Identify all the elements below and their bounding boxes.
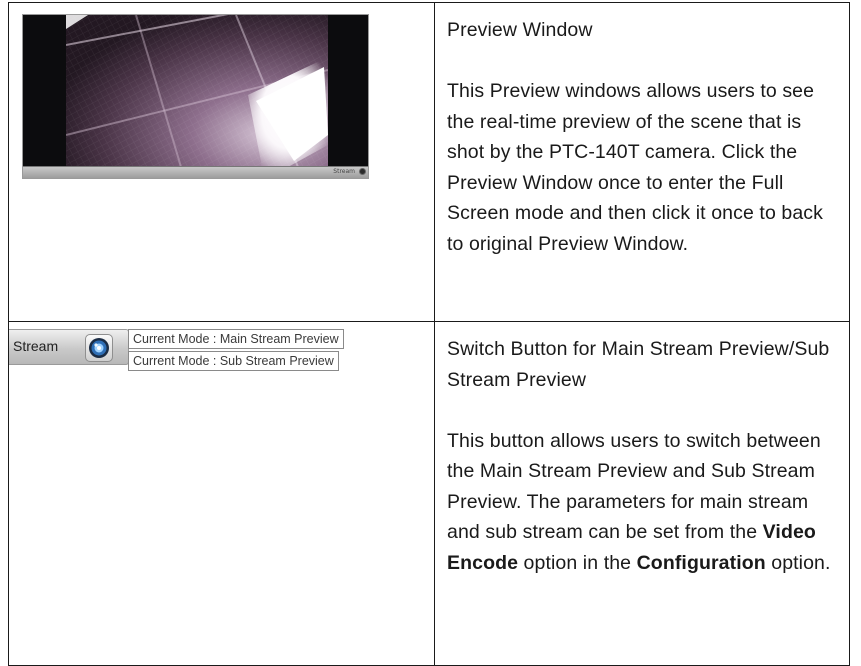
ceiling-scene bbox=[66, 15, 328, 167]
camera-lens-icon bbox=[89, 338, 109, 358]
stream-toolbar: Stream bbox=[9, 329, 129, 365]
stream-icon[interactable] bbox=[359, 168, 366, 175]
camera-feed-graphic bbox=[66, 15, 328, 167]
preview-bar-label: Stream bbox=[333, 168, 355, 175]
feature-title: Switch Button for Main Stream Preview/Su… bbox=[447, 338, 830, 391]
description-text: option in the bbox=[518, 551, 637, 574]
tooltip-sub-stream: Current Mode : Sub Stream Preview bbox=[128, 351, 339, 371]
table-row: Stream Current Mode : Main Stream Previe… bbox=[8, 321, 850, 666]
tooltip-main-stream: Current Mode : Main Stream Preview bbox=[128, 329, 344, 349]
description-text: option. bbox=[765, 551, 831, 574]
description-cell: Preview Window This Preview windows allo… bbox=[434, 2, 850, 322]
description-cell: Switch Button for Main Stream Preview/Su… bbox=[434, 321, 850, 666]
table-row: Stream Preview Window This Preview windo… bbox=[8, 2, 850, 322]
stream-switch-widget: Stream Current Mode : Main Stream Previe… bbox=[9, 328, 434, 378]
feature-title: Preview Window bbox=[447, 19, 593, 41]
configuration-term: Configuration bbox=[636, 551, 766, 574]
image-cell: Stream Current Mode : Main Stream Previe… bbox=[8, 321, 435, 666]
feature-table: Stream Preview Window This Preview windo… bbox=[8, 2, 850, 666]
stream-switch-button[interactable] bbox=[85, 334, 113, 362]
preview-window-image[interactable]: Stream bbox=[22, 14, 369, 179]
feature-description: This Preview windows allows users to see… bbox=[447, 80, 823, 255]
image-cell: Stream bbox=[8, 2, 435, 322]
stream-label: Stream bbox=[13, 338, 59, 354]
preview-status-bar: Stream bbox=[23, 166, 368, 178]
feature-description: This button allows users to switch betwe… bbox=[447, 426, 839, 579]
